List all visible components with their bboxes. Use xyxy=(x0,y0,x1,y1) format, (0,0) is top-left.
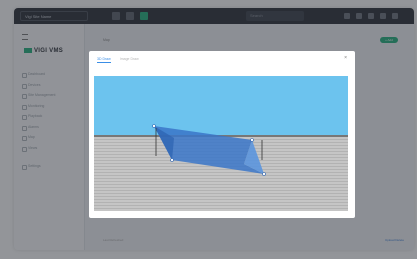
vertex-handle[interactable] xyxy=(262,172,266,176)
vertex-handle[interactable] xyxy=(250,138,254,142)
sky-area xyxy=(94,76,348,136)
tab-3d-draw[interactable]: 3D Draw xyxy=(97,57,111,63)
close-icon[interactable]: × xyxy=(344,55,347,61)
draw-canvas[interactable] xyxy=(94,76,348,211)
tab-image-draw[interactable]: Image Draw xyxy=(120,57,139,61)
draw-modal: 3D Draw Image Draw × xyxy=(89,51,355,218)
modal-tabs: 3D Draw Image Draw xyxy=(97,56,139,64)
vertex-handle[interactable] xyxy=(170,158,174,162)
vertex-handle[interactable] xyxy=(152,124,156,128)
